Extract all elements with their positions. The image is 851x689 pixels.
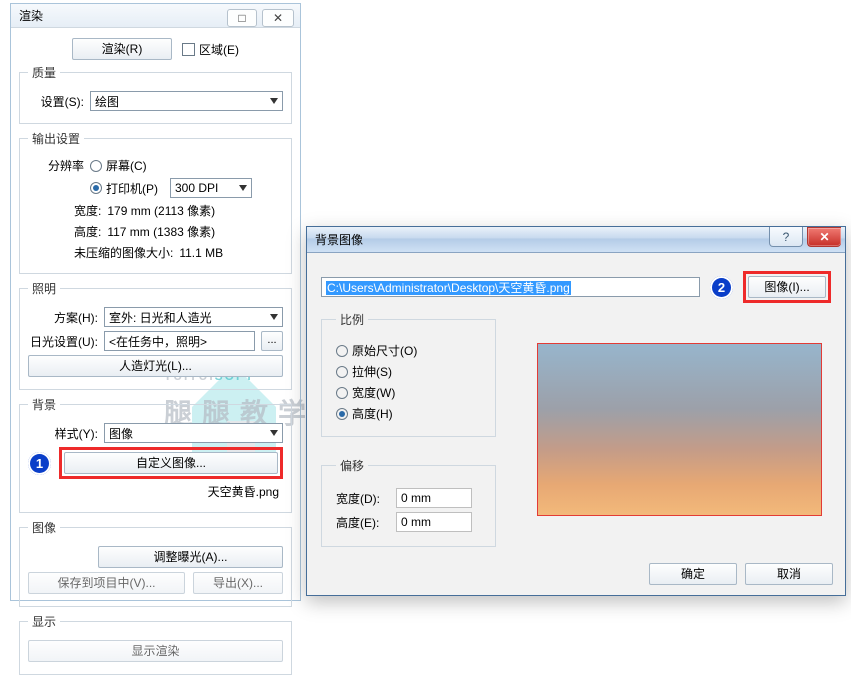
help-button[interactable]: ? [769, 227, 803, 247]
export-button[interactable]: 导出(X)... [193, 572, 283, 594]
cancel-button[interactable]: 取消 [745, 563, 833, 585]
panel-title-text: 渲染 [19, 9, 43, 23]
scheme-combo[interactable]: 室外: 日光和人造光 [104, 307, 283, 327]
area-checkbox[interactable]: 区域(E) [182, 41, 239, 58]
quality-group: 质量 设置(S): 绘图 [19, 64, 292, 124]
bg-filename: 天空黄昏.png [208, 483, 279, 500]
output-height-label: 高度: [74, 223, 101, 240]
daylight-combo[interactable]: <在任务中，照明> [104, 331, 255, 351]
style-label: 样式(Y): [28, 425, 98, 442]
callout-2: 2 [710, 276, 733, 299]
offset-height-input[interactable] [396, 512, 472, 532]
chevron-down-icon [239, 185, 247, 191]
uncompressed-value: 11.1 MB [179, 246, 223, 260]
rendering-panel: 渲染 □ ✕ 渲染(R) 区域(E) 质量 设置(S): 绘图 输出设置 分辨率… [10, 3, 301, 601]
exposure-button[interactable]: 调整曝光(A)... [98, 546, 283, 568]
ok-button[interactable]: 确定 [649, 563, 737, 585]
artificial-lights-button[interactable]: 人造灯光(L)... [28, 355, 283, 377]
offset-width-input[interactable] [396, 488, 472, 508]
image-preview [537, 343, 822, 516]
panel-titlebar: 渲染 □ ✕ [11, 4, 300, 28]
background-image-dialog: 背景图像 ? ✕ C:\Users\Administrator\Desktop\… [306, 226, 846, 596]
resolution-label: 分辨率 [28, 157, 84, 174]
dpi-combo[interactable]: 300 DPI [170, 178, 252, 198]
output-width-value: 179 mm (2113 像素) [107, 202, 215, 219]
background-group: 背景 样式(Y): 图像 1 自定义图像... 天空黄昏.png [19, 396, 292, 513]
lighting-group: 照明 方案(H): 室外: 日光和人造光 日光设置(U): <在任务中，照明> … [19, 280, 292, 390]
daylight-more-button[interactable]: ... [261, 331, 283, 351]
style-combo[interactable]: 图像 [104, 423, 283, 443]
quality-combo[interactable]: 绘图 [90, 91, 283, 111]
chevron-down-icon [270, 98, 278, 104]
save-to-project-button[interactable]: 保存到项目中(V)... [28, 572, 185, 594]
offset-height-label: 高度(E): [336, 514, 390, 531]
scale-height-radio[interactable]: 高度(H) [336, 405, 393, 422]
output-width-label: 宽度: [74, 202, 101, 219]
close-button[interactable]: ✕ [262, 9, 294, 27]
image-path-input[interactable]: C:\Users\Administrator\Desktop\天空黄昏.png [321, 277, 700, 297]
scale-original-radio[interactable]: 原始尺寸(O) [336, 342, 417, 359]
offset-group: 偏移 宽度(D): 高度(E): [321, 457, 496, 547]
printer-radio[interactable]: 打印机(P) [90, 180, 158, 197]
highlight-2: 图像(I)... [743, 271, 831, 303]
offset-width-label: 宽度(D): [336, 490, 390, 507]
output-height-value: 117 mm (1383 像素) [107, 223, 215, 240]
callout-1: 1 [28, 452, 51, 475]
daylight-label: 日光设置(U): [28, 333, 98, 350]
display-group: 显示 显示渲染 [19, 613, 292, 675]
scale-stretch-radio[interactable]: 拉伸(S) [336, 363, 392, 380]
render-button[interactable]: 渲染(R) [72, 38, 172, 60]
dialog-close-button[interactable]: ✕ [807, 227, 841, 247]
custom-image-button[interactable]: 自定义图像... [64, 452, 278, 474]
uncompressed-label: 未压缩的图像大小: [74, 244, 173, 261]
dialog-title-text: 背景图像 [315, 231, 363, 248]
dialog-titlebar: 背景图像 ? ✕ [307, 227, 845, 253]
chevron-down-icon [270, 314, 278, 320]
highlight-1: 自定义图像... [59, 447, 283, 479]
image-group: 图像 调整曝光(A)... 保存到项目中(V)... 导出(X)... [19, 519, 292, 607]
scale-width-radio[interactable]: 宽度(W) [336, 384, 395, 401]
quality-setting-label: 设置(S): [28, 93, 84, 110]
scheme-label: 方案(H): [28, 309, 98, 326]
output-group: 输出设置 分辨率 屏幕(C) 打印机(P) 300 DPI 宽度: 179 mm… [19, 130, 292, 274]
chevron-down-icon [270, 430, 278, 436]
browse-image-button[interactable]: 图像(I)... [748, 276, 826, 298]
show-rendering-button[interactable]: 显示渲染 [28, 640, 283, 662]
screen-radio[interactable]: 屏幕(C) [90, 157, 147, 174]
pin-button[interactable]: □ [227, 9, 256, 27]
scale-group: 比例 原始尺寸(O) 拉伸(S) 宽度(W) 高度(H) [321, 311, 496, 437]
